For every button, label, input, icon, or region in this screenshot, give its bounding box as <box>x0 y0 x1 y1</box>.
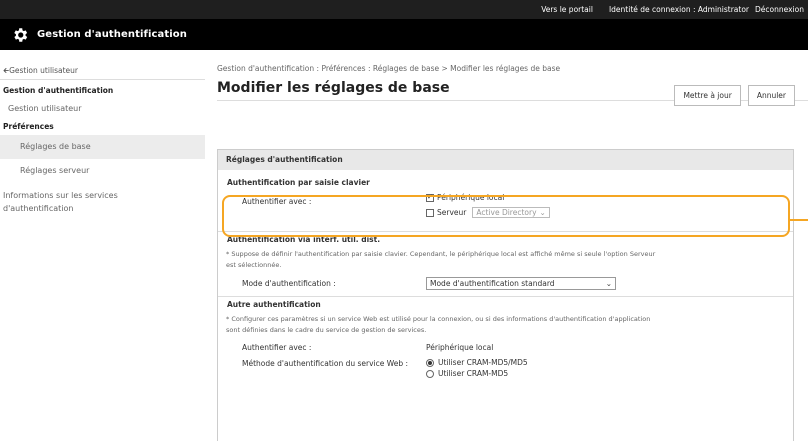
sidebar-section-title: Gestion d'authentification <box>3 86 114 95</box>
callout-line <box>790 219 808 221</box>
other-auth-note: * Configurer ces paramètres si un servic… <box>218 312 793 336</box>
web-service-method-row-1: Méthode d'authentification du service We… <box>218 357 793 369</box>
web-service-option-2-radio[interactable] <box>426 369 434 378</box>
sidebar-item-server-settings[interactable]: Réglages serveur <box>0 159 205 183</box>
sidebar-item-user-management[interactable]: Gestion utilisateur <box>0 99 205 119</box>
other-auth-title: Autre authentification <box>218 296 793 312</box>
web-service-option-2-label: Utiliser CRAM-MD5 <box>438 369 509 378</box>
sidebar-item-service-info[interactable]: Informations sur les services d'authenti… <box>0 183 205 215</box>
other-auth-note-line2: sont définies dans le cadre du service d… <box>226 326 427 334</box>
chevron-down-icon: ⌄ <box>605 279 612 288</box>
web-service-option-1-label: Utiliser CRAM-MD5/MD5 <box>438 358 528 367</box>
web-service-option-1-radio[interactable] <box>426 358 434 367</box>
auth-settings-panel: Réglages d'authentification Authentifica… <box>217 149 794 441</box>
back-link[interactable]: 🡰Gestion utilisateur <box>0 62 205 80</box>
top-bar: Vers le portail Identité de connexion : … <box>0 0 808 19</box>
other-auth-note-line1: * Configurer ces paramètres si un servic… <box>226 315 651 323</box>
web-service-method-label: Méthode d'authentification du service We… <box>242 359 408 368</box>
auth-mode-field: Mode d'authentification standard ⌄ <box>426 277 616 290</box>
sidebar-service-info-line2: d'authentification <box>3 204 74 213</box>
auth-mode-label: Mode d'authentification : <box>242 279 336 288</box>
keyboard-auth-title: Authentification par saisie clavier <box>227 178 370 187</box>
sidebar-item-basic-settings[interactable]: Réglages de base <box>0 135 205 159</box>
other-auth-with-row: Authentifier avec : Périphérique local <box>218 339 793 357</box>
gear-icon <box>10 25 30 45</box>
breadcrumb: Gestion d'authentification : Préférences… <box>217 64 561 73</box>
web-service-option-1[interactable]: Utiliser CRAM-MD5/MD5 <box>426 358 528 367</box>
auth-mode-select[interactable]: Mode d'authentification standard ⌄ <box>426 277 616 290</box>
web-service-option-2[interactable]: Utiliser CRAM-MD5 <box>426 369 508 378</box>
login-id-value: Administrator <box>697 5 750 14</box>
login-id-label: Identité de connexion : <box>608 5 696 14</box>
other-auth-with-label: Authentifier avec : <box>242 343 312 352</box>
remote-ui-note: * Suppose de définir l'authentification … <box>218 247 793 271</box>
remote-ui-note-line2: est sélectionnée. <box>226 261 282 269</box>
highlight-box <box>222 195 790 237</box>
sidebar-service-info-line1: Informations sur les services <box>3 191 118 200</box>
auth-mode-row: Mode d'authentification : Mode d'authent… <box>218 274 793 294</box>
back-link-label: Gestion utilisateur <box>9 66 79 75</box>
logout-link[interactable]: Déconnexion <box>755 5 804 14</box>
sidebar-preferences-title: Préférences <box>3 122 54 131</box>
cancel-button[interactable]: Annuler <box>747 85 795 106</box>
remote-ui-note-line1: * Suppose de définir l'authentification … <box>226 250 656 258</box>
panel-header: Réglages d'authentification <box>218 150 793 170</box>
app-title-bar: Gestion d'authentification <box>0 19 808 50</box>
sidebar: 🡰Gestion utilisateur Gestion d'authentif… <box>0 62 205 215</box>
portal-link[interactable]: Vers le portail <box>541 5 593 14</box>
app-title: Gestion d'authentification <box>37 29 187 40</box>
auth-mode-value: Mode d'authentification standard <box>430 279 555 288</box>
action-buttons: Mettre à jour Annuler <box>674 85 795 106</box>
web-service-method-row-2: Utiliser CRAM-MD5 <box>218 369 793 381</box>
other-auth-with-value: Périphérique local <box>426 343 494 352</box>
update-button[interactable]: Mettre à jour <box>674 85 741 106</box>
login-id: Identité de connexion : Administrator <box>609 5 749 14</box>
